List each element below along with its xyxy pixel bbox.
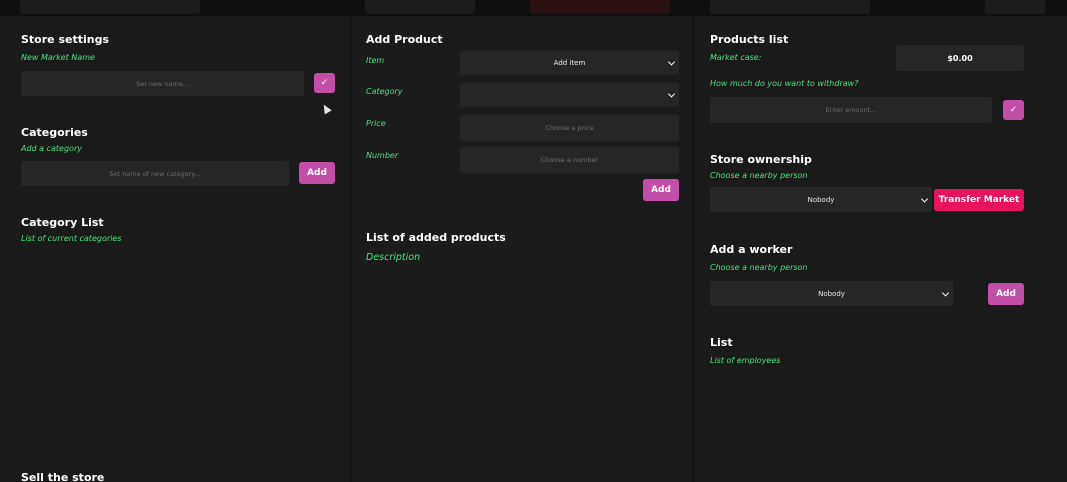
check-icon: ✓ bbox=[320, 78, 329, 88]
owner-person-value: Nobody bbox=[807, 195, 835, 204]
add-product-title: Add Product bbox=[366, 33, 443, 46]
top-strip-block bbox=[710, 0, 870, 14]
item-label: Item bbox=[366, 56, 385, 65]
worker-person-value: Nobody bbox=[818, 289, 845, 298]
top-strip-block bbox=[20, 0, 200, 14]
add-category-label: Add a category bbox=[21, 144, 82, 153]
withdraw-amount-input[interactable]: Enter amount... bbox=[710, 97, 992, 123]
store-ownership-title: Store ownership bbox=[710, 153, 812, 166]
top-strip-block bbox=[365, 0, 475, 14]
confirm-name-button[interactable]: ✓ bbox=[314, 73, 335, 93]
top-strip-block bbox=[985, 0, 1045, 14]
market-name-input[interactable]: Set new name... bbox=[21, 71, 304, 96]
sell-store-title: Sell the store bbox=[21, 471, 105, 482]
item-select[interactable]: Add item bbox=[460, 51, 679, 75]
added-products-description: Description bbox=[366, 252, 421, 263]
price-input[interactable]: Choose a price bbox=[460, 115, 679, 141]
chevron-down-icon bbox=[667, 58, 676, 66]
added-products-title: List of added products bbox=[366, 231, 506, 244]
owner-person-select[interactable]: Nobody bbox=[710, 187, 932, 212]
add-product-button[interactable]: Add bbox=[643, 179, 679, 201]
check-icon: ✓ bbox=[1009, 105, 1018, 115]
item-select-value: Add item bbox=[553, 59, 586, 67]
category-label: Category bbox=[366, 87, 403, 96]
categories-title: Categories bbox=[21, 126, 88, 139]
withdraw-question: How much do you want to withdraw? bbox=[710, 79, 859, 88]
chevron-down-icon bbox=[667, 90, 676, 98]
confirm-withdraw-button[interactable]: ✓ bbox=[1003, 100, 1024, 120]
top-strip bbox=[0, 0, 1067, 16]
add-worker-button[interactable]: Add bbox=[988, 283, 1024, 305]
ownership-subtitle: Choose a nearby person bbox=[710, 171, 808, 180]
category-list-title: Category List bbox=[21, 216, 104, 229]
number-label: Number bbox=[366, 151, 399, 160]
market-management-screen: Store settings New Market Name Set new n… bbox=[0, 0, 1067, 482]
worker-subtitle: Choose a nearby person bbox=[710, 263, 808, 272]
transfer-market-button[interactable]: Transfer Market bbox=[934, 189, 1024, 211]
price-label: Price bbox=[366, 119, 386, 128]
category-list-subtitle: List of current categories bbox=[21, 234, 122, 243]
products-list-title: Products list bbox=[710, 33, 789, 46]
store-settings-column: Store settings New Market Name Set new n… bbox=[0, 16, 350, 482]
chevron-down-icon bbox=[941, 288, 950, 297]
add-category-button[interactable]: Add bbox=[299, 162, 335, 184]
employees-subtitle: List of employees bbox=[710, 356, 781, 365]
add-product-column: Add Product Item Add item Category Price… bbox=[352, 16, 692, 482]
add-worker-title: Add a worker bbox=[710, 243, 793, 256]
market-case-value: $0.00 bbox=[896, 45, 1024, 71]
chevron-down-icon bbox=[920, 194, 929, 203]
worker-person-select[interactable]: Nobody bbox=[710, 281, 953, 306]
products-list-column: Products list Market case: $0.00 How muc… bbox=[694, 16, 1067, 482]
top-strip-block bbox=[530, 0, 670, 14]
new-market-name-label: New Market Name bbox=[21, 53, 95, 62]
category-name-input[interactable]: Set name of new category... bbox=[21, 161, 289, 186]
category-select[interactable] bbox=[460, 83, 679, 107]
employees-title: List bbox=[710, 336, 733, 349]
market-case-label: Market case: bbox=[710, 53, 762, 62]
store-settings-title: Store settings bbox=[21, 33, 109, 46]
number-input[interactable]: Choose a number bbox=[460, 147, 679, 173]
